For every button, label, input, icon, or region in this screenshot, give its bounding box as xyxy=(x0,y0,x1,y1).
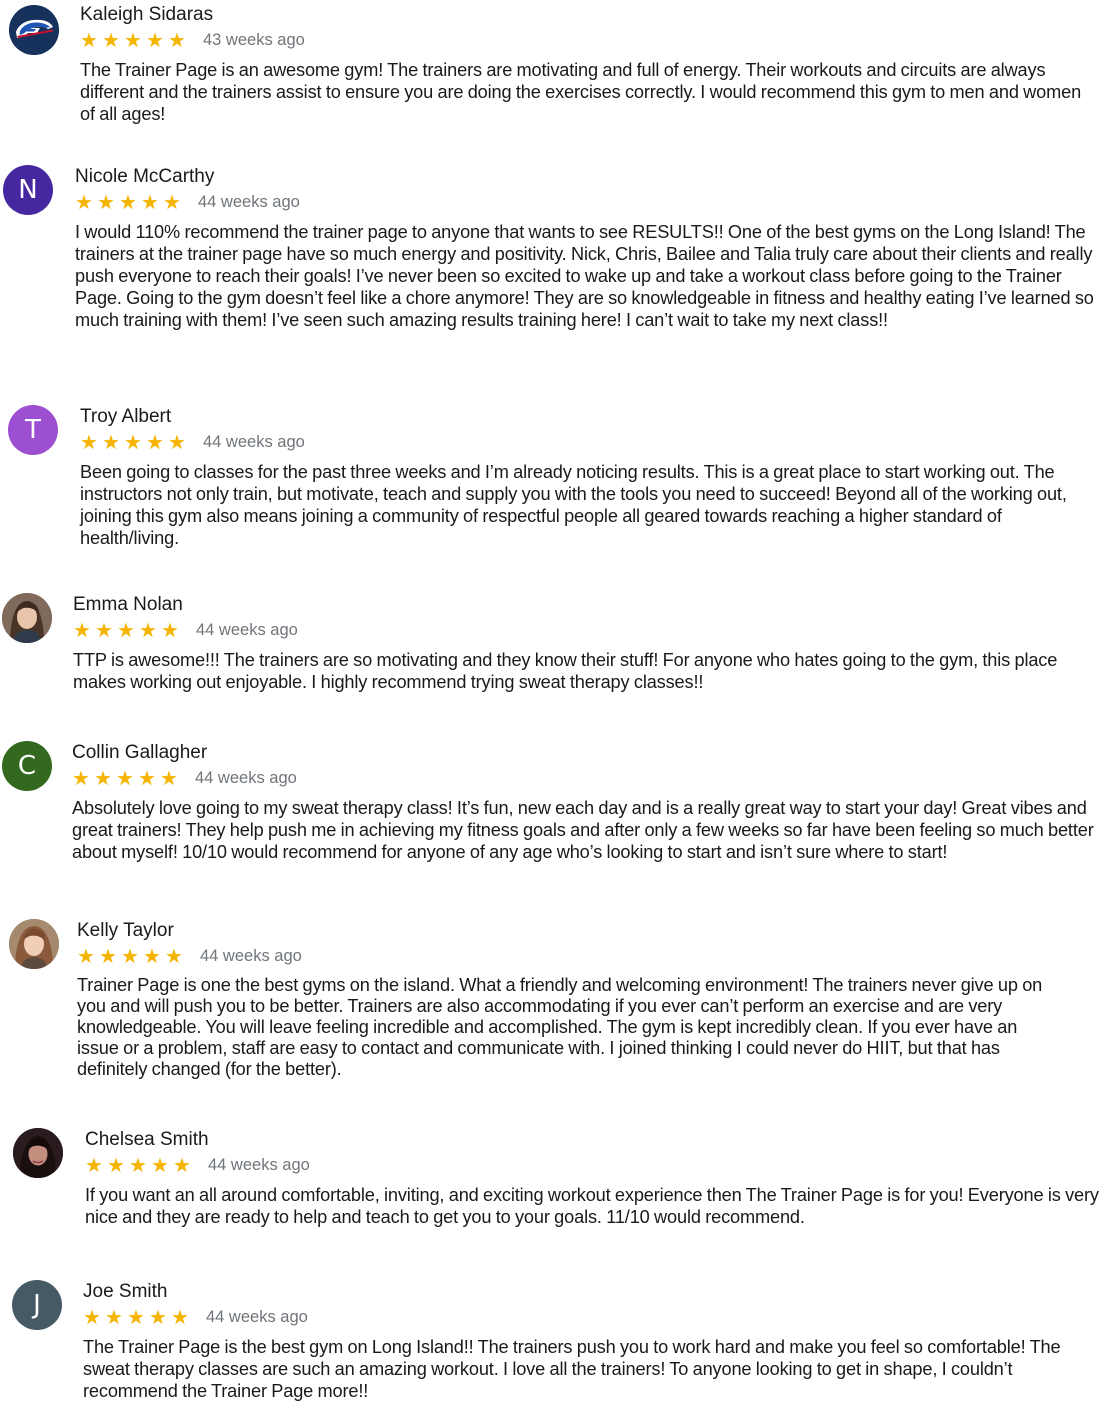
star-icon: ★ xyxy=(127,1305,145,1329)
star-icon: ★ xyxy=(80,430,98,454)
review-time: 44 weeks ago xyxy=(200,947,302,965)
star-icon: ★ xyxy=(83,1305,101,1329)
star-icon: ★ xyxy=(138,766,156,790)
star-icon: ★ xyxy=(160,766,178,790)
star-icon: ★ xyxy=(117,618,135,642)
review-text: Been going to classes for the past three… xyxy=(80,462,1067,548)
star-rating: ★ ★ ★ ★ ★ xyxy=(83,1307,193,1327)
review-time: 44 weeks ago xyxy=(203,433,305,451)
star-icon: ★ xyxy=(161,618,179,642)
review-meta: ★ ★ ★ ★ ★ 44 weeks ago xyxy=(72,768,1100,788)
avatar-letter: J xyxy=(33,1290,41,1320)
profile-photo-icon[interactable] xyxy=(9,919,59,969)
star-icon: ★ xyxy=(80,28,98,52)
review-text: Trainer Page is one the best gyms on the… xyxy=(77,975,1043,1079)
star-rating: ★ ★ ★ ★ ★ xyxy=(77,946,187,966)
review-meta: ★ ★ ★ ★ ★ 44 weeks ago xyxy=(83,1307,1100,1327)
reviewer-name[interactable]: Emma Nolan xyxy=(73,593,1100,617)
star-icon: ★ xyxy=(168,430,186,454)
star-icon: ★ xyxy=(163,190,181,214)
review-meta: ★ ★ ★ ★ ★ 44 weeks ago xyxy=(73,620,1100,640)
star-icon: ★ xyxy=(97,190,115,214)
avatar-letter-icon[interactable]: J xyxy=(12,1280,62,1330)
star-icon: ★ xyxy=(146,430,164,454)
star-icon: ★ xyxy=(105,1305,123,1329)
star-icon: ★ xyxy=(75,190,93,214)
star-icon: ★ xyxy=(99,944,117,968)
avatar-letter: N xyxy=(18,175,38,205)
star-icon: ★ xyxy=(102,430,120,454)
review-time: 44 weeks ago xyxy=(208,1156,310,1174)
star-icon: ★ xyxy=(116,766,134,790)
star-icon: ★ xyxy=(94,766,112,790)
star-icon: ★ xyxy=(165,944,183,968)
review-meta: ★ ★ ★ ★ ★ 44 weeks ago xyxy=(85,1155,1100,1175)
star-rating: ★ ★ ★ ★ ★ xyxy=(72,768,182,788)
star-icon: ★ xyxy=(173,1153,191,1177)
reviewer-name[interactable]: Kelly Taylor xyxy=(77,919,1100,943)
review-time: 44 weeks ago xyxy=(195,769,297,787)
star-icon: ★ xyxy=(95,618,113,642)
avatar-letter-icon[interactable]: C xyxy=(2,741,52,791)
review-meta: ★ ★ ★ ★ ★ 43 weeks ago xyxy=(80,30,1100,50)
review-text: The Trainer Page is the best gym on Long… xyxy=(83,1337,1061,1401)
avatar-letter: T xyxy=(25,415,41,445)
review-text: Absolutely love going to my sweat therap… xyxy=(72,798,1094,862)
star-icon: ★ xyxy=(77,944,95,968)
star-icon: ★ xyxy=(168,28,186,52)
review-text: If you want an all around comfortable, i… xyxy=(85,1185,1099,1227)
review-text: The Trainer Page is an awesome gym! The … xyxy=(80,60,1082,124)
star-icon: ★ xyxy=(146,28,164,52)
avatar-letter-icon[interactable]: T xyxy=(8,405,58,455)
review-meta: ★ ★ ★ ★ ★ 44 weeks ago xyxy=(77,946,1100,966)
avatar-letter: C xyxy=(17,751,37,781)
star-rating: ★ ★ ★ ★ ★ xyxy=(75,192,185,212)
star-icon: ★ xyxy=(72,766,90,790)
profile-photo-icon[interactable] xyxy=(13,1128,63,1178)
star-rating: ★ ★ ★ ★ ★ xyxy=(85,1155,195,1175)
reviewer-name[interactable]: Kaleigh Sidaras xyxy=(80,3,1100,27)
review-meta: ★ ★ ★ ★ ★ 44 weeks ago xyxy=(80,432,1100,452)
review-time: 44 weeks ago xyxy=(198,193,300,211)
buffalo-logo-icon[interactable] xyxy=(9,5,59,55)
review-time: 44 weeks ago xyxy=(196,621,298,639)
reviewer-name[interactable]: Joe Smith xyxy=(83,1280,1100,1304)
star-icon: ★ xyxy=(171,1305,189,1329)
star-icon: ★ xyxy=(151,1153,169,1177)
profile-photo-icon[interactable] xyxy=(2,593,52,643)
reviewer-name[interactable]: Troy Albert xyxy=(80,405,1100,429)
star-rating: ★ ★ ★ ★ ★ xyxy=(73,620,183,640)
reviewer-name[interactable]: Nicole McCarthy xyxy=(75,165,1100,189)
star-icon: ★ xyxy=(143,944,161,968)
review-text: I would 110% recommend the trainer page … xyxy=(75,222,1094,330)
reviewer-name[interactable]: Chelsea Smith xyxy=(85,1128,1100,1152)
star-icon: ★ xyxy=(139,618,157,642)
star-rating: ★ ★ ★ ★ ★ xyxy=(80,432,190,452)
review-text: TTP is awesome!!! The trainers are so mo… xyxy=(73,650,1058,692)
star-icon: ★ xyxy=(85,1153,103,1177)
star-icon: ★ xyxy=(107,1153,125,1177)
star-icon: ★ xyxy=(73,618,91,642)
star-icon: ★ xyxy=(124,430,142,454)
star-icon: ★ xyxy=(149,1305,167,1329)
star-icon: ★ xyxy=(141,190,159,214)
star-rating: ★ ★ ★ ★ ★ xyxy=(80,30,190,50)
avatar-letter-icon[interactable]: N xyxy=(3,165,53,215)
star-icon: ★ xyxy=(124,28,142,52)
review-time: 44 weeks ago xyxy=(206,1308,308,1326)
star-icon: ★ xyxy=(102,28,120,52)
reviewer-name[interactable]: Collin Gallagher xyxy=(72,741,1100,765)
star-icon: ★ xyxy=(121,944,139,968)
star-icon: ★ xyxy=(129,1153,147,1177)
review-meta: ★ ★ ★ ★ ★ 44 weeks ago xyxy=(75,192,1100,212)
review-time: 43 weeks ago xyxy=(203,31,305,49)
star-icon: ★ xyxy=(119,190,137,214)
